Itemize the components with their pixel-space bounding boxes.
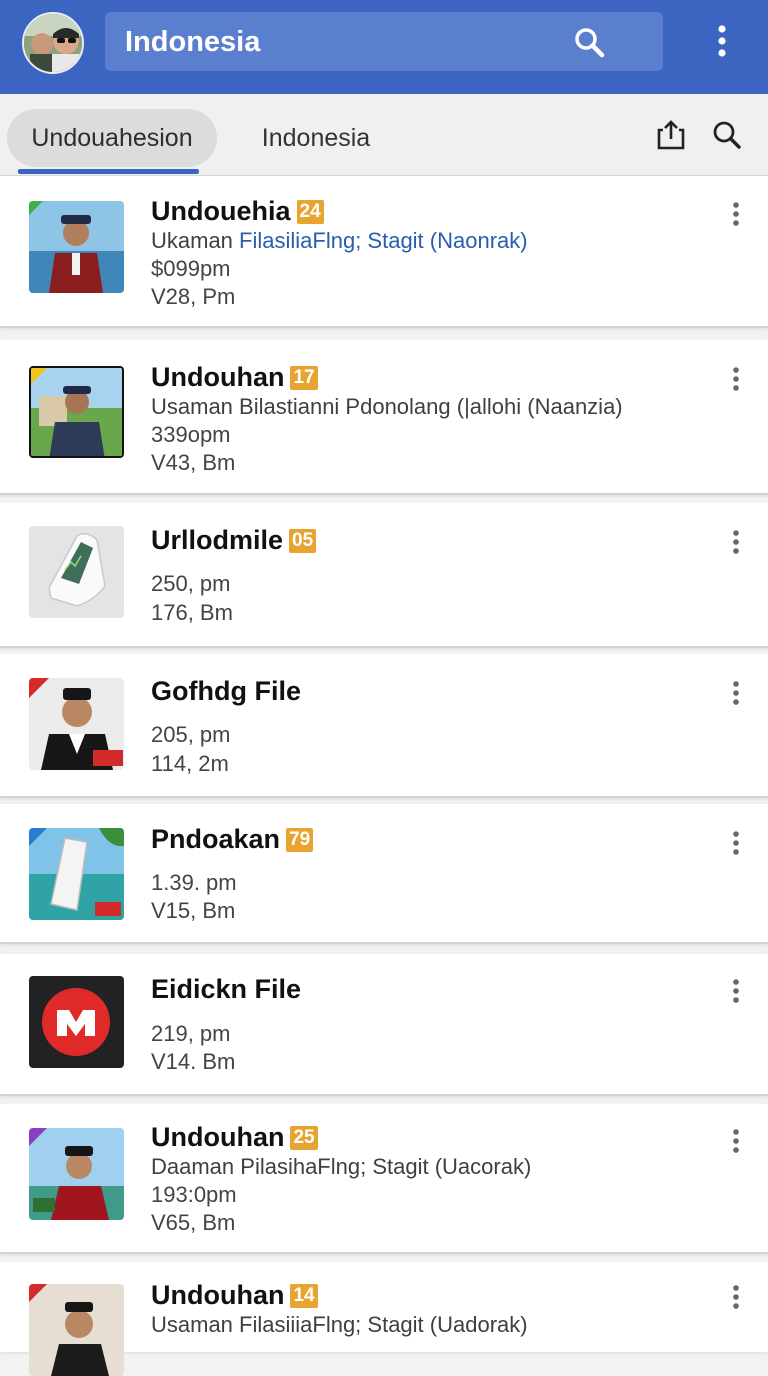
more-vert-icon[interactable]	[726, 1284, 746, 1310]
item-size: V28, Pm	[151, 284, 236, 309]
thumbnail	[29, 976, 124, 1068]
item-time: 193:0pm	[151, 1182, 237, 1207]
item-size: V15, Bm	[151, 898, 236, 923]
item-title: Gofhdg File	[151, 676, 301, 706]
list-item[interactable]: Urllodmile 05 250, pm 176, Bm	[0, 503, 768, 648]
item-subtitle: Usaman Bilastianni Pdonolang (|allohi (N…	[151, 394, 623, 419]
item-subtitle: Ukaman FilasiliaFlng; Stagit (Naonrak)	[151, 228, 528, 253]
item-time: 250, pm	[151, 571, 231, 596]
share-icon[interactable]	[654, 118, 688, 152]
more-vert-icon[interactable]	[726, 978, 746, 1004]
item-size: V14. Bm	[151, 1049, 236, 1074]
more-vert-icon[interactable]	[726, 529, 746, 555]
overflow-menu-icon[interactable]	[706, 20, 738, 62]
more-vert-icon[interactable]	[726, 201, 746, 227]
item-title: Undouhan 17	[151, 362, 318, 393]
item-size: V65, Bm	[151, 1210, 236, 1235]
avatar[interactable]	[22, 12, 84, 74]
item-badge: 24	[296, 200, 324, 224]
thumbnail	[29, 1128, 124, 1220]
item-badge: 25	[290, 1126, 318, 1150]
list-item[interactable]: Undouhan 14 Usaman FilasiiiaFlng; Stagit …	[0, 1262, 768, 1376]
item-title: Urllodmile 05	[151, 525, 317, 556]
tab-undouahesion[interactable]: Undouahesion	[7, 109, 217, 167]
more-vert-icon[interactable]	[726, 366, 746, 392]
item-subtitle: Daaman PilasihaFlng; Stagit (Uacorak)	[151, 1154, 532, 1179]
thumbnail	[29, 1284, 124, 1376]
search-icon[interactable]	[710, 118, 744, 152]
tab-indonesia[interactable]: Indonesia	[236, 109, 396, 167]
item-title: Pndoakan 79	[151, 824, 314, 855]
list-item[interactable]: Gofhdg File 205, pm 114, 2m	[0, 654, 768, 798]
search-bar[interactable]: Indonesia	[105, 12, 663, 71]
more-vert-icon[interactable]	[726, 680, 746, 706]
thumbnail	[29, 526, 124, 618]
item-time: 339opm	[151, 422, 231, 447]
tab-indicator	[18, 169, 199, 174]
item-title: Undouhan 25	[151, 1122, 318, 1153]
more-vert-icon[interactable]	[726, 1128, 746, 1154]
list-item[interactable]: Undouhan 25 Daaman PilasihaFlng; Stagit (…	[0, 1104, 768, 1254]
list-item[interactable]: Pndoakan 79 1.39. pm V15, Bm	[0, 804, 768, 944]
item-size: 176, Bm	[151, 600, 233, 625]
more-vert-icon[interactable]	[726, 830, 746, 856]
search-icon[interactable]	[573, 26, 605, 58]
item-badge: 05	[289, 529, 317, 553]
item-badge: 14	[290, 1284, 318, 1308]
item-time: 205, pm	[151, 722, 231, 747]
item-time: 219, pm	[151, 1021, 231, 1046]
item-badge: 17	[290, 366, 318, 390]
item-subtitle: Usaman FilasiiiaFlng; Stagit (Uadorak)	[151, 1312, 528, 1337]
tab-bar: Undouahesion Indonesia	[0, 94, 768, 176]
item-time: $099pm	[151, 256, 231, 281]
thumbnail	[29, 678, 124, 770]
item-size: 114, 2m	[151, 751, 229, 776]
item-link[interactable]: FilasiliaFlng; Stagit (Naonrak)	[239, 228, 528, 253]
item-title: Undouehia 24	[151, 196, 324, 227]
item-title: Undouhan 14	[151, 1280, 318, 1311]
thumbnail	[29, 201, 124, 293]
thumbnail	[29, 366, 124, 458]
list-item[interactable]: Eidickn File 219, pm V14. Bm	[0, 954, 768, 1096]
item-badge: 79	[286, 828, 314, 852]
item-title: Eidickn File	[151, 974, 302, 1004]
list-item[interactable]: Undouehia 24 Ukaman FilasiliaFlng; Stagit…	[0, 176, 768, 328]
app-title: Indonesia	[125, 26, 261, 58]
item-size: V43, Bm	[151, 450, 236, 475]
list-item[interactable]: Undouhan 17 Usaman Bilastianni Pdonolang …	[0, 340, 768, 495]
thumbnail	[29, 828, 124, 920]
app-bar: Indonesia	[0, 0, 768, 94]
item-time: 1.39. pm	[151, 870, 237, 895]
